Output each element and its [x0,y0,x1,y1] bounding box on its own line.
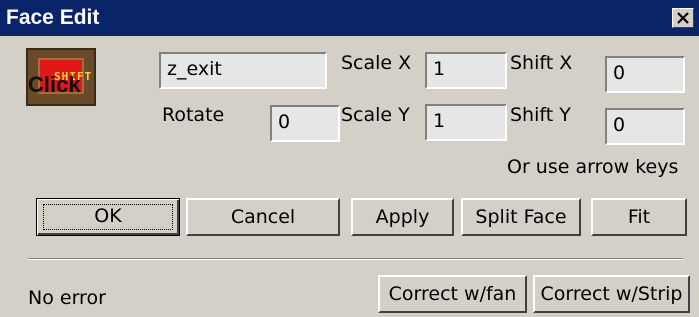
status-text: No error [28,287,106,309]
texture-name-field[interactable]: z_exit [159,52,327,89]
close-icon [677,12,689,24]
title-bar: Face Edit [0,0,699,36]
ok-button[interactable]: OK [36,198,180,236]
scale-y-field[interactable]: 1 [425,104,507,141]
arrow-keys-hint: Or use arrow keys [507,156,679,178]
shift-x-field[interactable]: 0 [605,56,685,93]
scale-x-label: Scale X [341,52,412,74]
apply-button[interactable]: Apply [351,198,454,236]
cancel-button[interactable]: Cancel [186,198,340,236]
rotate-field[interactable]: 0 [270,105,340,142]
separator [28,258,683,260]
close-button[interactable] [672,8,694,28]
correct-fan-button[interactable]: Correct w/fan [378,275,527,313]
focus-rect [43,204,173,230]
rotate-label: Rotate [162,104,225,126]
split-face-button[interactable]: Split Face [461,198,581,236]
texture-thumbnail[interactable]: SHIFT Click [26,48,96,106]
shift-y-field[interactable]: 0 [605,108,685,145]
correct-strip-button[interactable]: Correct w/Strip [533,275,690,313]
shift-x-label: Shift X [510,52,573,74]
scale-x-field[interactable]: 1 [425,52,507,89]
scale-y-label: Scale Y [341,104,410,126]
thumbnail-overlay-text: Click [28,72,81,97]
fit-button[interactable]: Fit [591,198,687,236]
shift-y-label: Shift Y [510,104,571,126]
window-title: Face Edit [6,6,100,29]
